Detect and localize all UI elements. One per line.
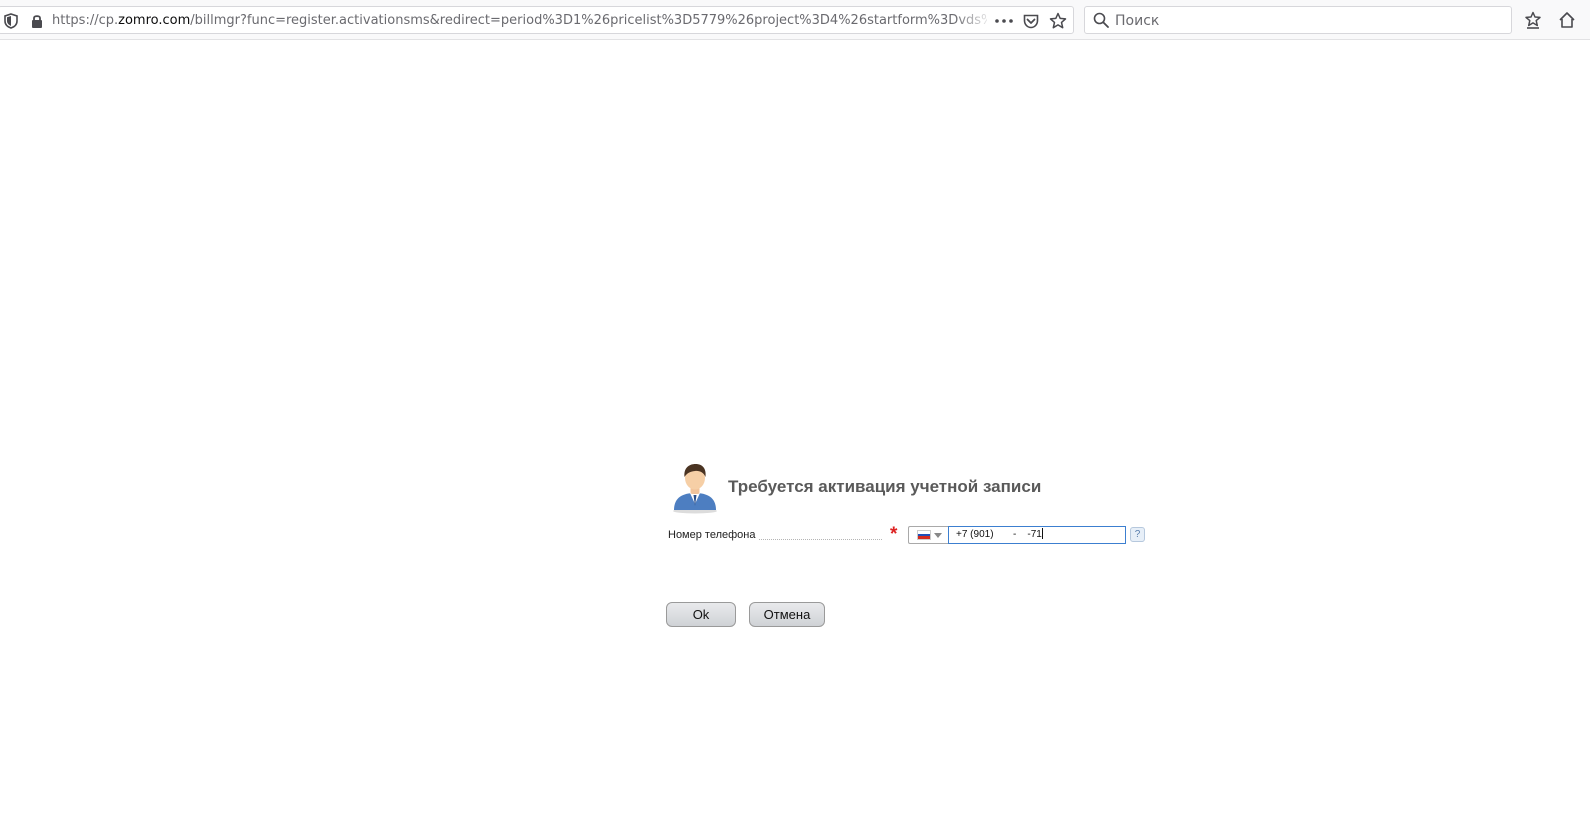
required-marker: * <box>890 524 898 545</box>
address-bar[interactable]: https://cp.zomro.com/billmgr?func=regist… <box>0 6 1074 34</box>
russia-flag-icon <box>917 530 931 540</box>
country-code-select[interactable] <box>908 526 948 544</box>
url-host: zomro.com <box>118 13 191 28</box>
search-bar[interactable]: Поиск <box>1084 6 1512 34</box>
browser-toolbar: https://cp.zomro.com/billmgr?func=regist… <box>0 0 1590 40</box>
url-path: /billmgr?func=register.activationsms&red… <box>190 13 987 28</box>
search-placeholder: Поиск <box>1115 13 1160 29</box>
phone-label: Номер телефона <box>668 529 759 541</box>
user-avatar-icon <box>668 460 722 514</box>
url-fade <box>954 9 994 31</box>
search-icon <box>1093 12 1109 28</box>
help-icon[interactable]: ? <box>1130 527 1145 542</box>
library-icon[interactable] <box>1522 9 1544 31</box>
phone-number-value: +7 (901) - -71 <box>956 529 1042 540</box>
lock-icon[interactable] <box>29 13 45 29</box>
tracking-shield-icon[interactable] <box>3 13 19 29</box>
ok-button[interactable]: Ok <box>666 602 736 627</box>
url-prefix: https://cp. <box>52 13 119 28</box>
pocket-icon[interactable] <box>1021 12 1041 30</box>
chevron-down-icon <box>934 532 942 538</box>
url-text[interactable]: https://cp.zomro.com/billmgr?func=regist… <box>52 12 987 30</box>
cancel-button[interactable]: Отмена <box>749 602 825 627</box>
home-icon[interactable] <box>1556 9 1578 31</box>
phone-number-input[interactable]: +7 (901) - -71 <box>948 526 1126 544</box>
bookmark-star-icon[interactable] <box>1048 11 1068 31</box>
page-actions-menu-icon[interactable] <box>993 12 1015 30</box>
form-title: Требуется активация учетной записи <box>728 477 1042 496</box>
text-cursor <box>1041 528 1043 539</box>
